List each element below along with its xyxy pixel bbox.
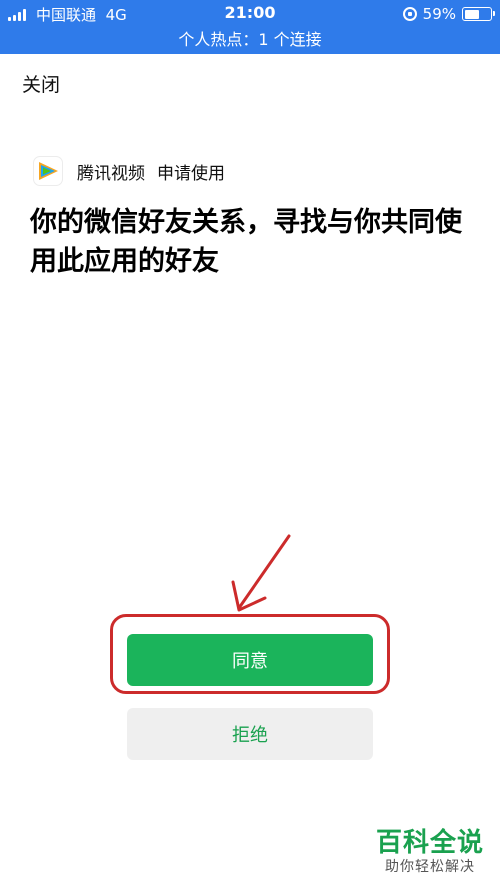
hotspot-banner[interactable]: 个人热点：1 个连接 xyxy=(0,28,500,52)
reject-button[interactable]: 拒绝 xyxy=(127,708,373,760)
app-request-label: 申请使用 xyxy=(157,163,225,184)
app-request-row: 腾讯视频 申请使用 xyxy=(33,155,225,187)
permission-description: 你的微信好友关系，寻找与你共同使用此应用的好友 xyxy=(30,207,462,277)
battery-icon xyxy=(462,7,495,21)
app-name: 腾讯视频 xyxy=(77,163,145,184)
status-right: 59% xyxy=(402,4,495,24)
watermark: 百科全说 助你轻松解决 xyxy=(376,828,484,876)
watermark-title: 百科全说 xyxy=(375,828,484,858)
rotation-lock-icon xyxy=(402,7,417,21)
status-row: 中国联通 4G 21:00 59% xyxy=(0,0,500,28)
battery-percent: 59% xyxy=(422,5,456,23)
status-bar: 中国联通 4G 21:00 59% 个人热点：1 个连接 xyxy=(0,0,500,54)
annotation-highlight-box xyxy=(110,614,390,694)
tencent-video-icon xyxy=(33,156,63,186)
watermark-subtitle: 助你轻松解决 xyxy=(384,859,475,875)
annotation-arrow-icon xyxy=(231,534,291,612)
close-button[interactable]: 关闭 xyxy=(22,70,60,97)
